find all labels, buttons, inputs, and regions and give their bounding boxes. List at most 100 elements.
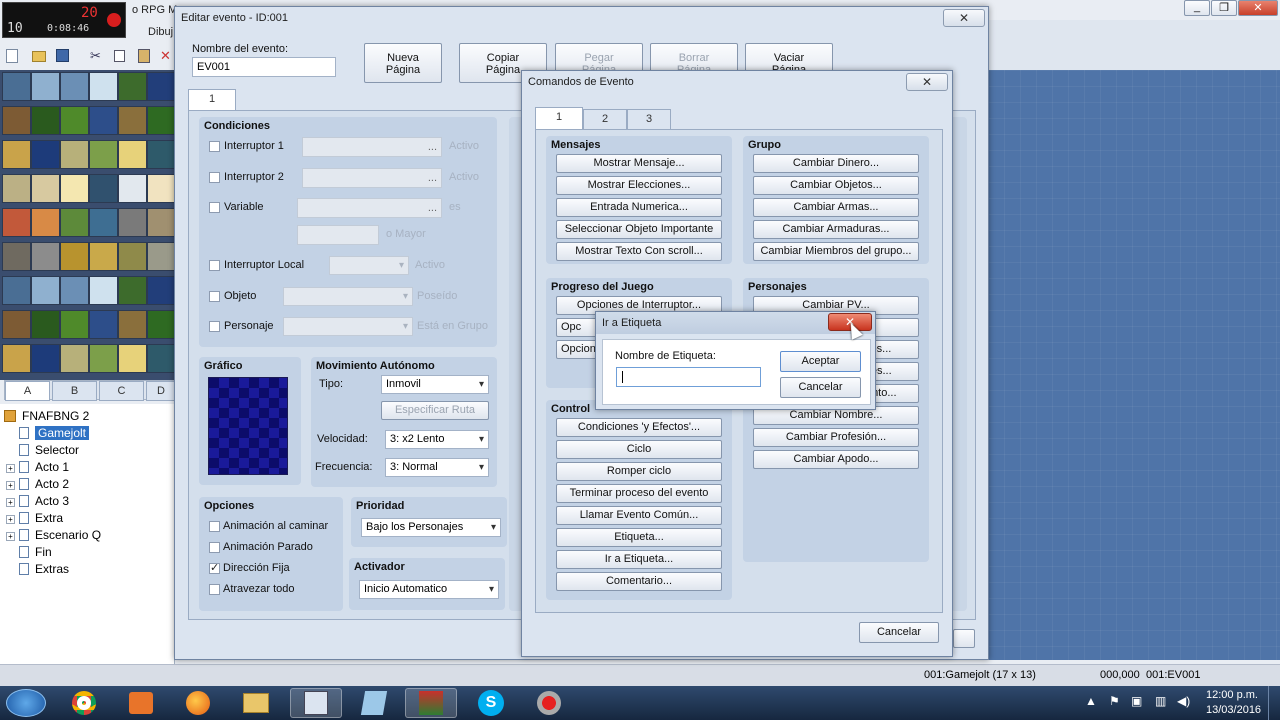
tree-root[interactable]: FNAFBNG 2: [4, 408, 89, 425]
expand-icon[interactable]: +: [6, 464, 15, 473]
tile-swatch[interactable]: [60, 140, 89, 169]
paste-icon[interactable]: [138, 49, 150, 63]
label-name-input[interactable]: [616, 367, 761, 387]
tile-swatch[interactable]: [60, 310, 89, 339]
event-editor-bottom-edge-button[interactable]: [953, 629, 975, 648]
walk-anim-checkbox[interactable]: [209, 521, 220, 532]
tree-item[interactable]: Fin: [6, 544, 52, 561]
tile-swatch[interactable]: [2, 72, 31, 101]
tile-swatch[interactable]: [60, 208, 89, 237]
tile-swatch[interactable]: [2, 344, 31, 373]
new-file-icon[interactable]: [6, 49, 18, 63]
tile-swatch[interactable]: [2, 242, 31, 271]
skype-icon[interactable]: S: [465, 688, 517, 718]
tile-swatch[interactable]: [89, 344, 118, 373]
variable-checkbox[interactable]: [209, 202, 220, 213]
tile-swatch[interactable]: [60, 72, 89, 101]
tree-item[interactable]: Gamejolt: [6, 425, 90, 442]
flow-command-button[interactable]: Comentario...: [556, 572, 722, 591]
tile-swatch[interactable]: [60, 106, 89, 135]
tile-swatch[interactable]: [31, 174, 60, 203]
tile-swatch[interactable]: [118, 106, 147, 135]
switch1-selector[interactable]: ...: [302, 137, 442, 157]
step-anim-checkbox[interactable]: [209, 542, 220, 553]
variable-selector[interactable]: ...: [297, 198, 442, 218]
recorder-icon[interactable]: [523, 688, 575, 718]
priority-combo[interactable]: Bajo los Personajes: [361, 518, 501, 537]
event-name-input[interactable]: EV001: [192, 57, 336, 77]
cut-icon[interactable]: ✂: [90, 48, 101, 64]
label-ok-button[interactable]: Aceptar: [780, 351, 861, 372]
game-icon[interactable]: [405, 688, 457, 718]
tile-swatch[interactable]: [89, 106, 118, 135]
party-command-button[interactable]: Cambiar Armas...: [753, 198, 919, 217]
flow-command-button[interactable]: Llamar Evento Común...: [556, 506, 722, 525]
commands-tab-3[interactable]: 3: [627, 109, 671, 129]
tree-item[interactable]: + Acto 2: [6, 476, 69, 493]
speed-combo[interactable]: 3: x2 Lento: [385, 430, 489, 449]
specify-route-button[interactable]: Especificar Ruta: [381, 401, 489, 420]
tile-swatch[interactable]: [31, 72, 60, 101]
copy-icon[interactable]: [114, 50, 125, 62]
switch1-checkbox[interactable]: [209, 141, 220, 152]
tile-swatch[interactable]: [31, 208, 60, 237]
tile-swatch[interactable]: [147, 310, 176, 339]
taskbar-time[interactable]: 12:00 p.m.: [1206, 689, 1258, 701]
type-combo[interactable]: Inmovil: [381, 375, 489, 394]
tile-swatch[interactable]: [147, 174, 176, 203]
tile-swatch[interactable]: [89, 242, 118, 271]
tree-item[interactable]: Extras: [6, 561, 69, 578]
messages-command-button[interactable]: Mostrar Texto Con scroll...: [556, 242, 722, 261]
fixed-direction-checkbox[interactable]: [209, 561, 220, 574]
tile-swatch[interactable]: [31, 276, 60, 305]
label-cancel-button[interactable]: Cancelar: [780, 377, 861, 398]
expand-icon[interactable]: +: [6, 515, 15, 524]
menu-fragment[interactable]: Dibuj: [148, 26, 173, 38]
flow-command-button[interactable]: Etiqueta...: [556, 528, 722, 547]
switch2-selector[interactable]: ...: [302, 168, 442, 188]
tile-swatch[interactable]: [118, 140, 147, 169]
event-editor-close-button[interactable]: ✕: [943, 9, 985, 27]
tileset-palette[interactable]: [0, 70, 176, 380]
variable-value-spinner[interactable]: [297, 225, 379, 245]
tile-swatch[interactable]: [147, 344, 176, 373]
tile-swatch[interactable]: [118, 344, 147, 373]
firefox-icon[interactable]: [172, 688, 224, 718]
expand-icon[interactable]: +: [6, 532, 15, 541]
actors-command-button[interactable]: Cambiar Profesión...: [753, 428, 919, 447]
show-desktop-button[interactable]: [1268, 686, 1280, 720]
through-checkbox[interactable]: [209, 584, 220, 595]
tile-swatch[interactable]: [31, 106, 60, 135]
tile-swatch[interactable]: [118, 310, 147, 339]
tile-swatch[interactable]: [31, 242, 60, 271]
show-hidden-icons-icon[interactable]: ▲: [1085, 694, 1097, 708]
tree-item[interactable]: Selector: [6, 442, 79, 459]
open-folder-icon[interactable]: [32, 51, 46, 62]
tile-swatch[interactable]: [118, 174, 147, 203]
commands-cancel-button[interactable]: Cancelar: [859, 622, 939, 643]
actor-checkbox[interactable]: [209, 321, 220, 332]
page-tab-1[interactable]: 1: [188, 89, 236, 111]
expand-icon[interactable]: +: [6, 481, 15, 490]
commands-close-button[interactable]: ✕: [906, 73, 948, 91]
party-command-button[interactable]: Cambiar Objetos...: [753, 176, 919, 195]
signal-icon[interactable]: ▥: [1155, 694, 1166, 708]
new-page-button[interactable]: Nueva Página: [364, 43, 442, 83]
taskbar-date[interactable]: 13/03/2016: [1206, 704, 1261, 716]
messages-command-button[interactable]: Seleccionar Objeto Importante: [556, 220, 722, 239]
tile-swatch[interactable]: [118, 242, 147, 271]
network-icon[interactable]: ▣: [1131, 694, 1142, 708]
tile-swatch[interactable]: [147, 208, 176, 237]
tileset-tab-d[interactable]: D: [146, 381, 176, 401]
expand-icon[interactable]: +: [6, 498, 15, 507]
tile-swatch[interactable]: [2, 310, 31, 339]
party-command-button[interactable]: Cambiar Dinero...: [753, 154, 919, 173]
tile-swatch[interactable]: [89, 276, 118, 305]
tile-swatch[interactable]: [31, 344, 60, 373]
item-checkbox[interactable]: [209, 291, 220, 302]
actors-command-button[interactable]: Cambiar Apodo...: [753, 450, 919, 469]
maximize-button[interactable]: ❐: [1211, 0, 1237, 16]
graphic-preview[interactable]: [208, 377, 288, 475]
start-button-icon[interactable]: [6, 689, 46, 717]
flow-command-button[interactable]: Terminar proceso del evento: [556, 484, 722, 503]
